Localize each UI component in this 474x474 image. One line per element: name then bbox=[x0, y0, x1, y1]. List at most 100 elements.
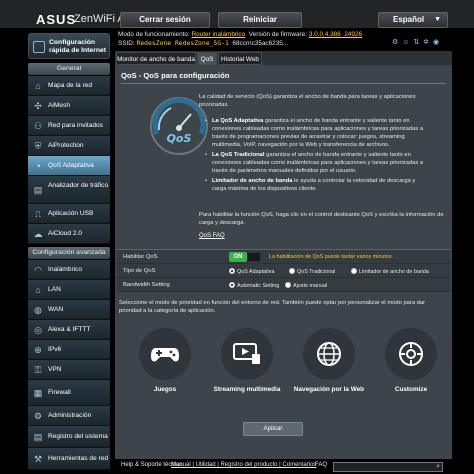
list-item: Limitador de ancho de banda le ayuda a c… bbox=[205, 177, 427, 193]
sidebar-item-label: AiCloud 2.0 bbox=[48, 230, 83, 237]
qos-intro: La calidad de servicio (QoS) garantiza e… bbox=[199, 94, 416, 108]
firmware-label: Versión de firmware: bbox=[248, 31, 307, 38]
sidebar-item-aimesh[interactable]: ✣ AiMesh bbox=[28, 96, 110, 116]
reboot-button[interactable]: Reiniciar bbox=[218, 12, 302, 28]
sidebar-item-vpn[interactable]: ⚿ VPN bbox=[28, 360, 110, 380]
quick-setup-button[interactable]: Configuración rápida de Internet bbox=[28, 33, 110, 59]
qos-faq-link[interactable]: QoS FAQ bbox=[199, 233, 225, 239]
firmware-link[interactable]: 3.0.0.4.386_24926 bbox=[309, 31, 362, 38]
quick-setup-icon bbox=[33, 41, 45, 53]
sidebar-item-network-map[interactable]: ⌂ Mapa de la red bbox=[28, 76, 110, 96]
sidebar-item-label: Herramientas de red bbox=[48, 455, 109, 462]
radio-dot bbox=[229, 268, 235, 274]
sidebar-item-guest-network[interactable]: ⚇ Red para invitados bbox=[28, 116, 110, 136]
language-value: Español bbox=[393, 15, 425, 24]
title-divider bbox=[121, 83, 446, 84]
gamepad-icon bbox=[139, 328, 191, 380]
qos-type-label: Tipo de QoS bbox=[123, 268, 156, 274]
sidebar: Configuración rápida de Internet General… bbox=[28, 33, 110, 470]
sidebar-item-traffic-analyzer[interactable]: ▤ Analizador de tráfico bbox=[28, 176, 110, 204]
category-customize[interactable]: Customize bbox=[379, 328, 443, 418]
wireless-icon: ◠ bbox=[34, 264, 42, 275]
bandwidth-setting-label: Bandwidth Setting bbox=[123, 282, 170, 288]
search-icon[interactable]: ⌕ bbox=[436, 463, 440, 471]
tab-bandwidth-monitor[interactable]: Monitor de ancho de banda bbox=[116, 52, 196, 65]
category-label: Navegación por la Web bbox=[293, 386, 365, 393]
sidebar-item-label: Registro del sistema bbox=[48, 433, 108, 440]
category-gaming[interactable]: Juegos bbox=[133, 328, 197, 418]
enable-hint: La habilitación de QoS puede tardar vari… bbox=[269, 254, 394, 260]
users-icon[interactable]: ☺ bbox=[402, 39, 410, 46]
usb-status-icon[interactable]: ⇅ bbox=[413, 39, 420, 46]
aimesh-icon: ✣ bbox=[34, 100, 42, 111]
aiprotection-icon: ⛨ bbox=[34, 140, 42, 151]
asus-logo: ASUS bbox=[36, 12, 77, 27]
sidebar-item-label: Analizador de tráfico bbox=[48, 182, 109, 189]
sidebar-item-aicloud[interactable]: ☁ AiCloud 2.0 bbox=[28, 224, 110, 244]
table-row: Tipo de QoS QoS Adaptativa QoS Tradicion… bbox=[117, 264, 450, 278]
sidebar-item-qos[interactable]: ◔ QoS Adaptativa bbox=[28, 156, 110, 176]
enable-qos-label: Habilitar QoS bbox=[123, 254, 158, 260]
mac-address: 68ccrnc35ac6235... bbox=[232, 40, 289, 47]
category-label: Juegos bbox=[153, 386, 177, 393]
sidebar-item-label: QoS Adaptativa bbox=[48, 162, 94, 169]
apply-button[interactable]: Aplicar bbox=[243, 422, 303, 436]
enable-qos-toggle[interactable]: ON bbox=[229, 252, 261, 262]
quick-setup-label: Configuración rápida de Internet bbox=[49, 39, 107, 54]
tab-web-history[interactable]: Historial Web bbox=[218, 52, 262, 65]
tab-qos[interactable]: QoS bbox=[197, 52, 217, 65]
faq-search-input[interactable]: ⌕ bbox=[333, 462, 443, 472]
advanced-header: Configuración avanzada bbox=[28, 247, 110, 259]
sidebar-item-network-tools[interactable]: ⚒ Herramientas de red bbox=[28, 448, 110, 470]
administration-icon: ⚙ bbox=[33, 410, 43, 421]
footer: Help & Soporte técnico Manual | Utilidad… bbox=[115, 462, 452, 474]
radio-adaptive-qos[interactable]: QoS Adaptativa bbox=[229, 268, 274, 275]
enable-note: Para habilitar la función QoS, haga clic… bbox=[199, 212, 444, 226]
logout-button[interactable]: Cerrar sesión bbox=[120, 12, 210, 28]
ssid-values: RedesZone RedesZone_5G-1 bbox=[136, 39, 229, 47]
usb-icon: ⎍ bbox=[34, 208, 42, 219]
qos-settings-table: Habilitar QoS ON La habilitación de QoS … bbox=[117, 249, 450, 292]
sidebar-item-label: AiMesh bbox=[48, 102, 70, 109]
category-media-streaming[interactable]: Streaming multimedia bbox=[214, 328, 280, 418]
sidebar-item-label: VPN bbox=[48, 366, 62, 373]
internet-status-icon[interactable]: ✲ bbox=[423, 39, 430, 46]
sidebar-item-label: Inalámbrico bbox=[48, 266, 83, 273]
top-bar: ASUS ZenWiFi AX Cerrar sesión Reiniciar … bbox=[0, 0, 474, 28]
category-label: Streaming multimedia bbox=[213, 386, 281, 393]
footer-links[interactable]: Manual | Utilidad | Registro del product… bbox=[171, 462, 316, 468]
radio-dot bbox=[285, 282, 291, 288]
qos-icon: ◔ bbox=[35, 161, 41, 171]
wifi-status-icon[interactable]: ◉ bbox=[433, 39, 440, 46]
tab-bar: Monitor de ancho de banda QoS Historial … bbox=[115, 51, 452, 65]
sidebar-item-label: Mapa de la red bbox=[48, 82, 92, 89]
sidebar-item-administration[interactable]: ⚙ Administración bbox=[28, 406, 110, 426]
traffic-analyzer-icon: ▤ bbox=[33, 184, 43, 195]
category-web-browsing[interactable]: Navegación por la Web bbox=[294, 328, 364, 418]
app-icon[interactable]: ⚙ bbox=[392, 39, 399, 46]
mode-link[interactable]: Router inalámbrico bbox=[192, 31, 246, 38]
radio-dot bbox=[229, 282, 235, 288]
firewall-icon: ▦ bbox=[33, 387, 43, 398]
status-icons[interactable]: ⚙ ☺ ⇅ ✲ ◉ bbox=[392, 38, 440, 48]
category-label: Customize bbox=[394, 386, 428, 393]
sidebar-item-label: Administración bbox=[48, 412, 92, 419]
radio-bandwidth-limiter[interactable]: Limitador de ancho de banda bbox=[351, 268, 429, 275]
sidebar-item-usb[interactable]: ⎍ Aplicación USB bbox=[28, 204, 110, 224]
sidebar-item-wan[interactable]: ◍ WAN bbox=[28, 300, 110, 320]
chevron-down-icon: ▼ bbox=[434, 16, 441, 23]
sidebar-item-aiprotection[interactable]: ⛨ AiProtection bbox=[28, 136, 110, 156]
radio-manual[interactable]: Ajuste manual bbox=[285, 282, 327, 289]
radio-automatic[interactable]: Automatic Setting bbox=[229, 282, 279, 289]
radio-dot bbox=[289, 268, 295, 274]
sidebar-item-alexa[interactable]: ◎ Alexa & IFTTT bbox=[28, 320, 110, 340]
sidebar-item-label: IPv6 bbox=[48, 346, 62, 353]
sidebar-item-firewall[interactable]: ▦ Firewall bbox=[28, 380, 110, 406]
sidebar-item-system-log[interactable]: ▤ Registro del sistema bbox=[28, 426, 110, 448]
sidebar-item-lan[interactable]: ⌂ LAN bbox=[28, 280, 110, 300]
radio-traditional-qos[interactable]: QoS Tradicional bbox=[289, 268, 335, 275]
sidebar-item-wireless[interactable]: ◠ Inalámbrico bbox=[28, 260, 110, 280]
sidebar-item-ipv6[interactable]: ⊕ IPv6 bbox=[28, 340, 110, 360]
language-select[interactable]: Español ▼ bbox=[378, 12, 448, 28]
wan-icon: ◍ bbox=[34, 304, 42, 315]
